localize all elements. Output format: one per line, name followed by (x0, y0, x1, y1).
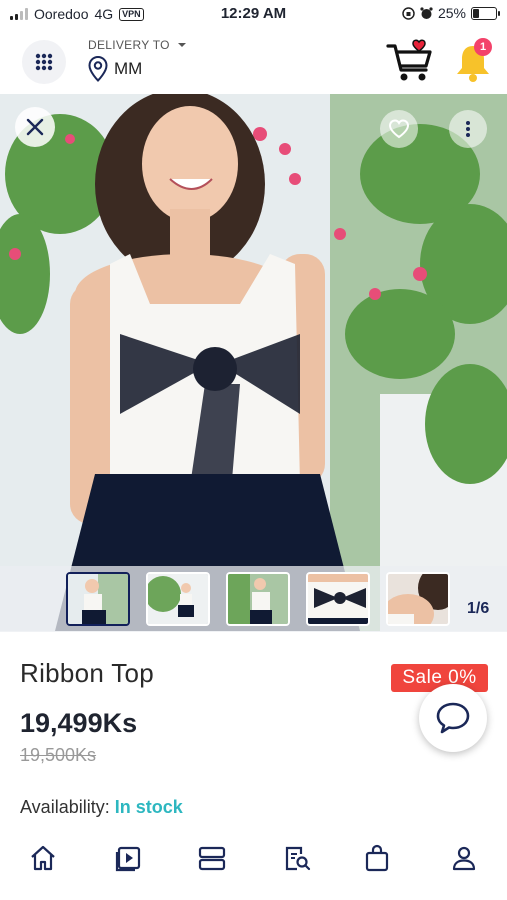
cart-button[interactable] (386, 38, 434, 84)
grid-icon (35, 53, 53, 71)
categories-icon (198, 846, 226, 871)
nav-bag[interactable] (361, 842, 393, 874)
close-button[interactable] (15, 107, 55, 147)
more-vertical-icon (466, 121, 470, 137)
delivery-label: DELIVERY TO (88, 38, 170, 52)
nav-video[interactable] (112, 842, 144, 874)
delivery-location-text: MM (114, 59, 143, 78)
availability-status: In stock (114, 797, 183, 817)
search-document-icon (285, 846, 311, 871)
availability-label: Availability: (20, 797, 110, 817)
product-image[interactable] (0, 94, 507, 631)
nav-home[interactable] (27, 842, 59, 874)
status-bar: Ooredoo 4G VPN 12:29 AM 25% (0, 0, 507, 28)
image-counter: 1/6 (467, 600, 490, 617)
more-options-button[interactable] (449, 110, 487, 148)
nav-profile[interactable] (448, 842, 480, 874)
delivery-location[interactable]: MM (88, 56, 142, 82)
nav-search[interactable] (281, 842, 313, 874)
nav-categories[interactable] (196, 842, 228, 874)
product-photo (0, 94, 507, 631)
delivery-selector[interactable]: DELIVERY TO (88, 38, 187, 52)
home-icon (31, 845, 55, 871)
availability: Availability: In stock (20, 797, 183, 818)
chevron-down-icon (178, 43, 187, 47)
thumbnail-2[interactable] (146, 572, 210, 626)
battery-icon (471, 6, 500, 20)
location-pin-icon (88, 56, 108, 82)
video-icon (115, 846, 141, 872)
close-icon (26, 118, 44, 136)
bottom-navigation (0, 828, 507, 888)
thumbnail-3[interactable] (226, 572, 290, 626)
wishlist-button[interactable] (380, 110, 418, 148)
alarm-icon (420, 6, 433, 19)
profile-icon (452, 846, 476, 871)
shopping-bag-icon (365, 844, 389, 872)
thumbnail-5[interactable] (386, 572, 450, 626)
menu-grid-button[interactable] (22, 40, 66, 84)
product-price: 19,499Ks (20, 708, 138, 738)
chat-bubble-icon (436, 702, 470, 734)
chat-button[interactable] (419, 684, 487, 752)
app-header: DELIVERY TO MM 1 (0, 28, 507, 94)
notification-badge: 1 (474, 38, 492, 56)
product-title: Ribbon Top (20, 658, 155, 688)
battery-percent: 25% (437, 5, 466, 21)
heart-outline-icon (388, 119, 410, 139)
cart-icon (386, 39, 432, 81)
orientation-lock-icon (402, 6, 415, 20)
thumbnail-4[interactable] (306, 572, 370, 626)
original-price: 19,500Ks (20, 745, 97, 765)
thumbnail-1[interactable] (66, 572, 130, 626)
